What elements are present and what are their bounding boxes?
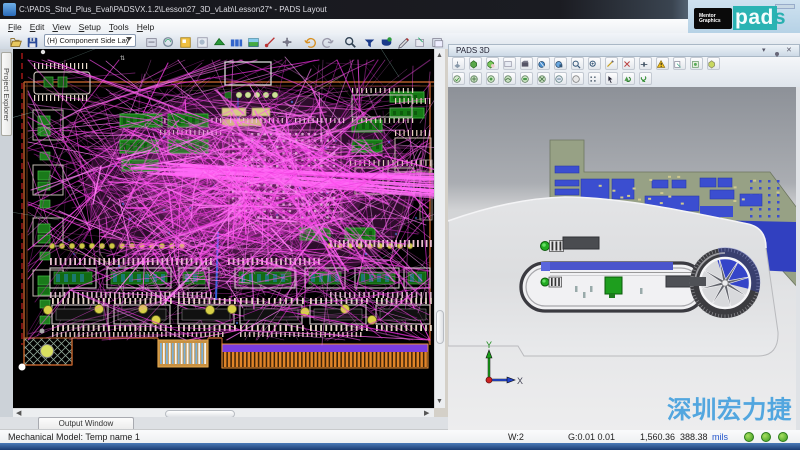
- svg-text:X: X: [517, 376, 523, 386]
- svg-text:⇅: ⇅: [120, 56, 125, 62]
- svg-text:Y: Y: [486, 340, 492, 350]
